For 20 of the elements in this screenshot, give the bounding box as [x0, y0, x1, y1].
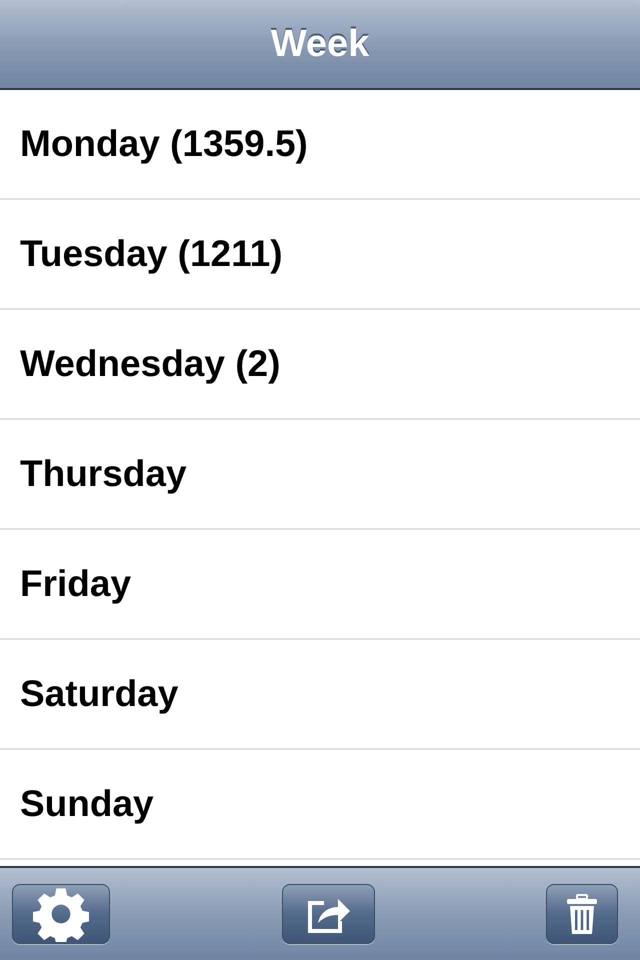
day-label: Tuesday (1211)	[20, 233, 283, 275]
trash-icon	[567, 894, 597, 934]
day-label: Friday	[20, 563, 132, 605]
day-label: Saturday	[20, 673, 178, 715]
day-row[interactable]: Saturday	[0, 640, 640, 750]
day-label: Wednesday (2)	[20, 343, 280, 385]
share-button[interactable]	[282, 884, 374, 944]
day-row[interactable]: Tuesday (1211)	[0, 200, 640, 310]
trash-button[interactable]	[546, 884, 618, 944]
day-row[interactable]: Monday (1359.5)	[0, 90, 640, 200]
settings-button[interactable]	[12, 884, 110, 944]
day-label: Thursday	[20, 453, 187, 495]
day-row[interactable]: Wednesday (2)	[0, 310, 640, 420]
day-row[interactable]: Friday	[0, 530, 640, 640]
day-label: Sunday	[20, 783, 154, 825]
nav-title: Week	[270, 22, 370, 66]
day-row[interactable]: Thursday	[0, 420, 640, 530]
day-label: Monday (1359.5)	[20, 123, 308, 165]
settings-icon	[33, 886, 89, 942]
day-row[interactable]: Sunday	[0, 750, 640, 860]
